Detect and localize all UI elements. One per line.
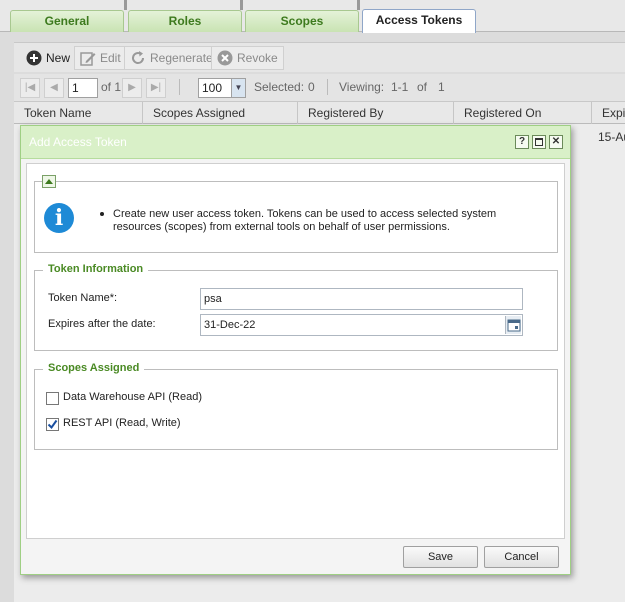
edit-button[interactable]: Edit [74,46,127,70]
revoke-button-label: Revoke [237,51,278,65]
scopes-assigned-legend: Scopes Assigned [43,362,145,374]
expires-label: Expires after the date: [48,318,156,330]
collapse-button[interactable] [42,175,56,188]
regenerate-button-label: Regenerate [150,51,213,65]
tab-general-label: General [44,14,90,28]
plus-circle-icon [26,50,42,66]
save-button[interactable]: Save [403,546,478,568]
toolbar: New Edit Regenerate Revoke [14,42,625,72]
edit-icon [80,52,96,66]
calendar-icon [507,319,521,332]
table-cell-expires[interactable]: 15-Au [598,130,625,144]
tab-divider [124,0,127,10]
tab-access-tokens[interactable]: Access Tokens [362,9,476,33]
tab-scopes[interactable]: Scopes [245,10,359,32]
info-text: Create new user access token. Tokens can… [113,208,497,233]
token-name-label: Token Name*: [48,292,118,304]
edit-button-label: Edit [100,51,121,65]
regenerate-button[interactable]: Regenerate [124,46,219,70]
new-button[interactable]: New [20,46,76,70]
tab-bar: General Roles Scopes Access Tokens [0,0,625,33]
checkmark-icon [47,419,58,430]
dialog-title: Add Access Token [29,135,127,149]
next-page-icon: ▶ [128,82,136,93]
selected-count: 0 [308,80,315,94]
page-number-input[interactable]: 1 [68,78,98,98]
last-page-button[interactable]: ▶| [146,78,166,98]
column-header-expires[interactable]: Expires [592,102,625,124]
bullet-icon [100,212,104,216]
tab-divider [240,0,243,10]
save-button-label: Save [427,551,454,563]
token-information-legend: Token Information [43,263,149,275]
tab-roles[interactable]: Roles [128,10,242,32]
viewing-of-label: of [417,80,428,94]
scopes-assigned-section: Scopes Assigned Data Warehouse API (Read… [34,362,558,450]
cancel-button[interactable]: Cancel [484,546,559,568]
rest-api-checkbox[interactable] [46,418,59,431]
new-button-label: New [46,51,71,65]
refresh-icon [132,51,145,64]
info-icon: i [44,203,74,233]
tab-scopes-label: Scopes [280,14,324,28]
calendar-button[interactable] [505,316,521,334]
maximize-glyph [535,138,543,146]
prev-page-button[interactable]: ◀ [44,78,64,98]
page-size-select[interactable]: 100 ▼ [198,78,246,98]
dialog-title-bar[interactable]: Add Access Token ? ✕ [21,126,570,159]
column-header-scopes-assigned[interactable]: Scopes Assigned [143,102,298,124]
tab-access-tokens-label: Access Tokens [375,13,463,27]
last-page-icon: ▶| [150,82,162,93]
selected-label: Selected: [254,80,305,94]
close-icon[interactable]: ✕ [549,135,563,149]
grid-header: Token Name Scopes Assigned Registered By… [14,102,625,124]
tab-general[interactable]: General [10,10,124,32]
viewing-label: Viewing: [339,80,385,94]
dialog-body: i Create new user access token. Tokens c… [26,163,565,539]
expires-date-value: 31-Dec-22 [204,319,256,331]
data-warehouse-api-checkbox[interactable] [46,392,59,405]
page-number-value: 1 [72,81,79,95]
pager-separator [179,79,180,95]
column-header-token-name[interactable]: Token Name [14,102,143,124]
pager: |◀ ◀ 1 of 1 ▶ ▶| 100 ▼ Selected: 0 Viewi… [14,74,625,102]
token-name-value: psa [204,293,222,305]
viewing-range: 1-1 [391,80,409,94]
tab-divider [357,0,360,10]
first-page-icon: |◀ [24,82,36,93]
revoke-button[interactable]: Revoke [211,46,284,70]
prev-page-icon: ◀ [50,82,58,93]
column-header-registered-by[interactable]: Registered By [298,102,454,124]
page-count-label: of 1 [101,80,122,94]
help-icon[interactable]: ? [515,135,529,149]
page-size-value: 100 [202,81,223,95]
chevron-up-icon [45,179,53,184]
next-page-button[interactable]: ▶ [122,78,142,98]
tab-roles-label: Roles [168,14,202,28]
first-page-button[interactable]: |◀ [20,78,40,98]
info-panel: i Create new user access token. Tokens c… [34,175,558,253]
expires-date-field[interactable]: 31-Dec-22 [200,314,523,336]
cancel-button-label: Cancel [504,551,539,563]
token-information-section: Token Information Token Name*: psa Expir… [34,263,558,351]
pager-separator [327,79,328,95]
token-name-field[interactable]: psa [200,288,523,310]
column-header-registered-on[interactable]: Registered On [454,102,592,124]
maximize-icon[interactable] [532,135,546,149]
rest-api-label[interactable]: REST API (Read, Write) [63,417,181,429]
viewing-total: 1 [438,80,445,94]
revoke-icon [217,50,233,66]
data-warehouse-api-label[interactable]: Data Warehouse API (Read) [63,391,202,403]
chevron-down-icon: ▼ [231,79,245,97]
add-access-token-dialog: Add Access Token ? ✕ i Create new user a… [20,125,571,575]
